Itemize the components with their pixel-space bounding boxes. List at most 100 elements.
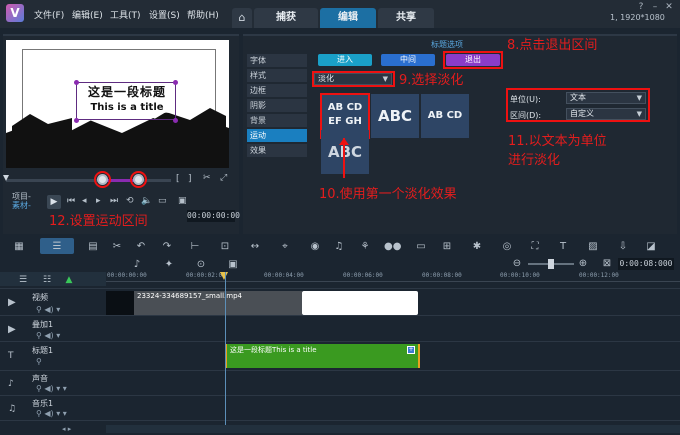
timeline-view-icon[interactable]: ☰ (50, 240, 64, 254)
menu-tools[interactable]: 工具(T) (110, 8, 141, 21)
tab-edit[interactable]: 编辑 (320, 8, 376, 28)
mark-out-icon[interactable]: ] (188, 174, 192, 184)
track-lock-icon[interactable]: ⚲ ◀) ▾ ▾ (36, 384, 67, 393)
add-track-icon[interactable]: ▲ (62, 273, 76, 287)
subtitle-icon[interactable]: ▭ (414, 240, 428, 254)
smart-proxy-icon[interactable]: ⊡ (218, 240, 232, 254)
track-manager-icon[interactable]: ▤ (86, 240, 100, 254)
category-shadow[interactable]: 阴影 (247, 99, 307, 112)
track-list-icon[interactable]: ☷ (40, 273, 54, 287)
category-border[interactable]: 边框 (247, 84, 307, 97)
annotation-box (312, 71, 395, 87)
category-motion[interactable]: 运动 (247, 129, 307, 142)
next-frame-icon[interactable]: ▸ (96, 196, 101, 206)
category-background[interactable]: 背景 (247, 114, 307, 127)
storyboard-icon[interactable]: ▦ (12, 240, 26, 254)
record-icon[interactable]: ◉ (308, 240, 322, 254)
category-font[interactable]: 字体 (247, 54, 307, 67)
home-icon[interactable]: ⌂ (232, 8, 252, 28)
ruler-tick-label: 00:00:02:00 (186, 272, 226, 279)
home-skip-icon[interactable]: ⏮ (67, 196, 75, 206)
menu-settings[interactable]: 设置(S) (149, 8, 180, 21)
end-skip-icon[interactable]: ⏭ (110, 196, 118, 206)
video-track-icon[interactable]: ▶ (8, 297, 16, 308)
clip-mode-label[interactable]: 素材- (12, 200, 31, 211)
track-lock-icon[interactable]: ⚲ ◀) ▾ (36, 331, 60, 340)
preview-timecode[interactable]: 00:00:00:00 (187, 210, 240, 222)
title-clip-expand-icon[interactable]: + (407, 346, 415, 354)
export-icon[interactable]: ⇩ (616, 240, 630, 254)
voice-track-icon[interactable]: ♪ (8, 379, 14, 389)
track-lock-icon[interactable]: ⚲ (36, 357, 42, 366)
zoom-out-icon[interactable]: ⊖ (510, 257, 524, 271)
mark-in-icon[interactable]: [ (176, 174, 180, 184)
tab-share[interactable]: 共享 (378, 8, 434, 28)
resize-handle[interactable] (74, 118, 79, 123)
split-clip-icon[interactable]: ⊢ (188, 240, 202, 254)
preview-title-line2: This is a title (82, 102, 172, 113)
enlarge-icon[interactable]: ⤢ (220, 173, 227, 183)
repeat-icon[interactable]: ⟲ (126, 196, 134, 206)
zoom-in-icon[interactable]: ⊕ (576, 257, 590, 271)
title-icon[interactable]: T (556, 240, 570, 254)
ruler-tick-label: 00:00:06:00 (343, 272, 383, 279)
enter-button[interactable]: 进入 (318, 54, 372, 66)
mask-icon[interactable]: ◎ (500, 240, 514, 254)
video-clip-white[interactable] (302, 291, 418, 315)
ruler-tick-label: 00:00:08:00 (422, 272, 462, 279)
menu-edit[interactable]: 编辑(E) (72, 8, 103, 21)
play-button[interactable]: ▶ (47, 195, 61, 209)
fit-icon[interactable]: ↔ (248, 240, 262, 254)
scroll-arrows[interactable]: ◂ ▸ (62, 425, 71, 433)
effects-icon[interactable]: ✱ (470, 240, 484, 254)
video-clip-thumbnail[interactable] (106, 291, 134, 315)
track-label-music: 音乐1 (32, 399, 54, 408)
category-effects[interactable]: 效果 (247, 144, 307, 157)
cut-icon[interactable]: ✂ (110, 240, 124, 254)
title-track-icon[interactable]: T (8, 351, 14, 361)
tab-capture[interactable]: 捕获 (254, 8, 318, 28)
multicam-icon[interactable]: ●● (384, 240, 401, 254)
menu-file[interactable]: 文件(F) (34, 8, 64, 21)
minimize-icon[interactable]: – (648, 2, 662, 12)
fit-project-icon[interactable]: ⊠ (600, 257, 614, 271)
split-screen-icon[interactable]: ▨ (586, 240, 600, 254)
audio-mixer-icon[interactable]: ♫ (332, 240, 346, 254)
marker-icon[interactable]: ⌖ (278, 240, 292, 254)
close-icon[interactable]: ✕ (662, 2, 676, 12)
middle-button[interactable]: 中间 (381, 54, 435, 66)
undo-icon[interactable]: ↶ (134, 240, 148, 254)
resize-handle[interactable] (173, 80, 178, 85)
prev-frame-icon[interactable]: ◂ (82, 196, 87, 206)
volume-icon[interactable]: 🔈 (141, 196, 152, 206)
timeline-scrollbar[interactable] (106, 425, 680, 433)
video-clip[interactable]: 23324-334689157_small.mp4 (134, 291, 302, 315)
zoom-slider-handle[interactable] (548, 259, 554, 269)
aspect-icon[interactable]: ▣ (178, 196, 187, 206)
motion-tracking-icon[interactable]: ⚘ (358, 240, 372, 254)
image-icon[interactable]: ◪ (644, 240, 658, 254)
fade-effect-3[interactable]: AB CD (421, 94, 469, 138)
fade-effect-2[interactable]: ABC (371, 94, 419, 138)
resize-handle[interactable] (173, 118, 178, 123)
annotation-box (506, 88, 650, 122)
crop-icon[interactable]: ⛶ (528, 240, 542, 254)
split-icon[interactable]: ✂ (203, 173, 211, 183)
track-lock-icon[interactable]: ⚲ ◀) ▾ (36, 305, 60, 314)
help-icon[interactable]: ? (634, 2, 648, 12)
track-label-title: 标题1 (32, 346, 54, 355)
preview-screen[interactable]: 这是一段标题 This is a title (6, 40, 229, 168)
grid-icon[interactable]: ⊞ (440, 240, 454, 254)
track-view-icon[interactable]: ☰ (16, 273, 30, 287)
timeline-timecode[interactable]: 0:00:08:000 (618, 258, 674, 270)
hd-icon[interactable]: ▭ (158, 196, 167, 206)
track-lock-icon[interactable]: ⚲ ◀) ▾ ▾ (36, 409, 67, 418)
redo-icon[interactable]: ↷ (160, 240, 174, 254)
title-clip[interactable]: 这是一段标题This is a title (225, 344, 420, 368)
menu-help[interactable]: 帮助(H) (187, 8, 219, 21)
category-style[interactable]: 样式 (247, 69, 307, 82)
resize-handle[interactable] (74, 80, 79, 85)
music-track-icon[interactable]: ♫ (8, 404, 16, 414)
fade-effect-4[interactable]: ABC (321, 130, 369, 174)
overlay-track-icon[interactable]: ▶ (8, 324, 16, 335)
